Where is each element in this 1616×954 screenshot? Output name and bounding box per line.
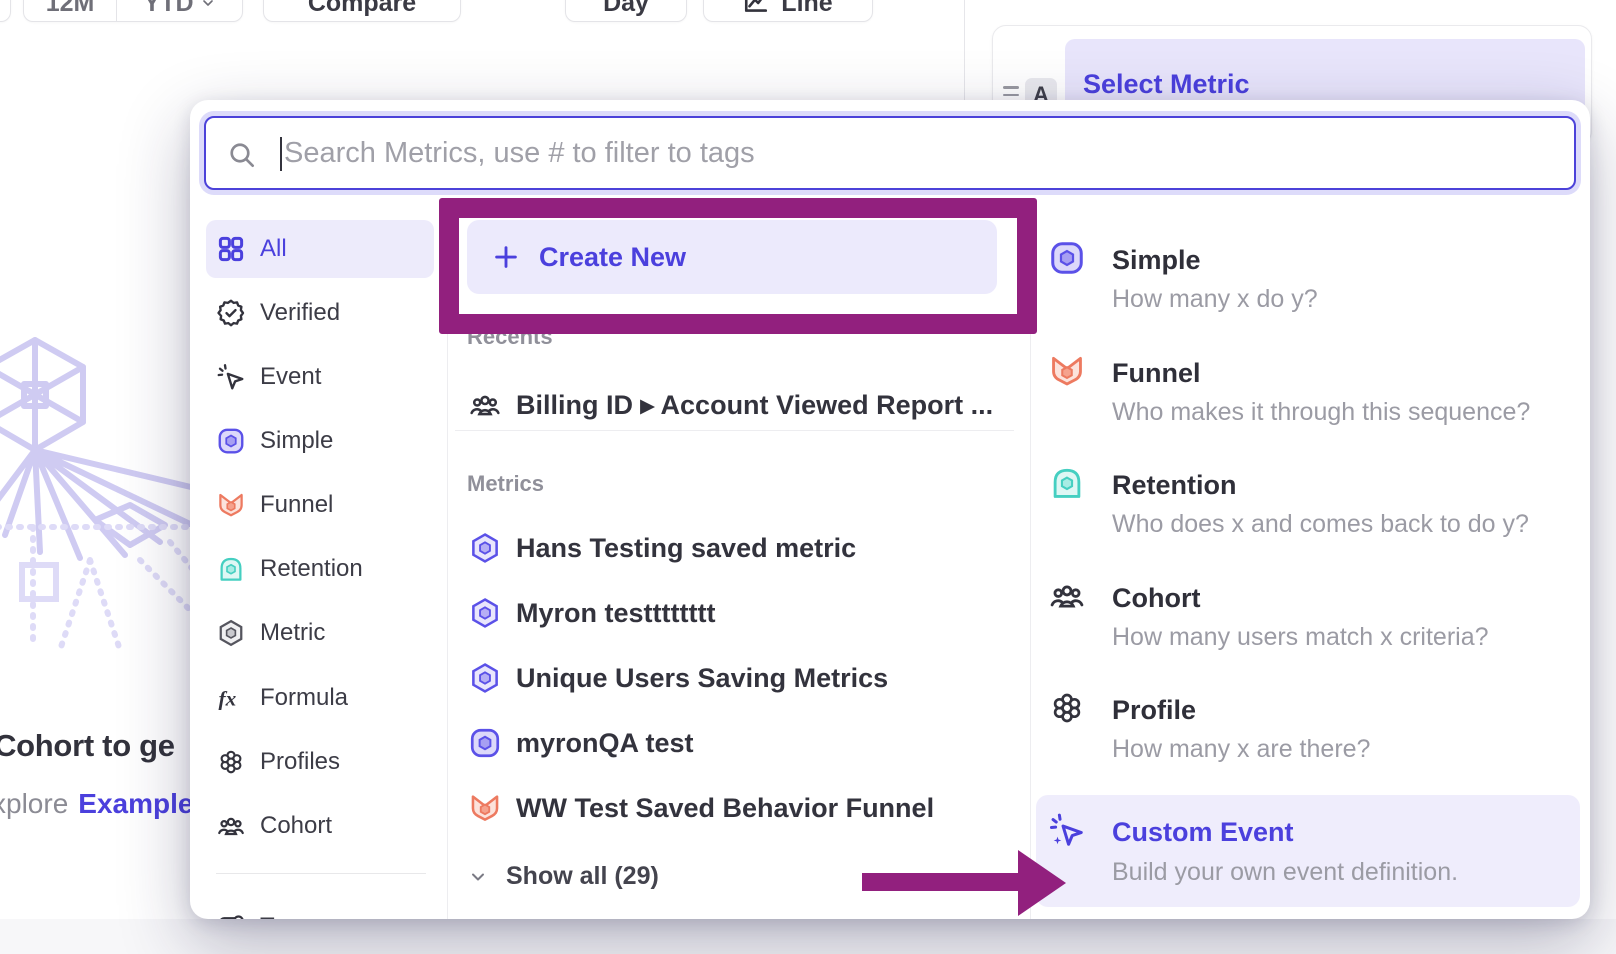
saved-metric-icon bbox=[468, 661, 502, 695]
recent-item[interactable]: Billing ID ▸ Account Viewed Report ... bbox=[468, 383, 1012, 427]
cohort-people-icon bbox=[216, 811, 246, 841]
simple-metric-icon bbox=[216, 426, 246, 456]
verified-badge-icon bbox=[216, 298, 246, 328]
range-ytd-button[interactable]: YTD bbox=[116, 0, 242, 21]
date-range-segmented-control: 12M YTD bbox=[23, 0, 243, 22]
sidebar-border bbox=[447, 205, 448, 919]
wireframe-illustration bbox=[0, 328, 198, 748]
grid-icon bbox=[216, 234, 246, 264]
metric-list-item[interactable]: myronQA test bbox=[468, 721, 1012, 765]
compare-button[interactable]: Compare bbox=[263, 0, 461, 22]
plus-icon bbox=[491, 242, 521, 272]
type-retention[interactable]: Retention Who does x and comes back to d… bbox=[1036, 470, 1580, 556]
cohort-people-icon bbox=[468, 388, 502, 422]
cohort-people-icon bbox=[1048, 577, 1086, 615]
type-funnel[interactable]: Funnel Who makes it through this sequenc… bbox=[1036, 358, 1580, 444]
search-icon bbox=[226, 139, 258, 171]
toolbar-cut-button[interactable] bbox=[0, 0, 11, 22]
metric-list-item[interactable]: WW Test Saved Behavior Funnel bbox=[468, 786, 1012, 830]
section-divider bbox=[455, 430, 1014, 431]
sidebar-item-metric[interactable]: Metric bbox=[206, 604, 434, 662]
chevron-down-icon bbox=[200, 0, 216, 11]
type-cohort[interactable]: Cohort How many users match x criteria? bbox=[1036, 583, 1580, 669]
metric-list-item[interactable]: Unique Users Saving Metrics bbox=[468, 656, 1012, 700]
metric-picker-modal: All Verified Event Simple bbox=[190, 100, 1590, 919]
line-chart-icon bbox=[743, 0, 769, 16]
chevron-down-icon bbox=[468, 867, 488, 887]
recents-section-label: Recents bbox=[467, 324, 553, 350]
funnel-icon bbox=[216, 490, 246, 520]
sidebar-item-verified[interactable]: Verified bbox=[206, 284, 434, 342]
column-border bbox=[1030, 205, 1031, 919]
sidebar-item-formula[interactable]: fx Formula bbox=[206, 669, 434, 727]
type-simple[interactable]: Simple How many x do y? bbox=[1036, 245, 1580, 331]
type-profile[interactable]: Profile How many x are there? bbox=[1036, 695, 1580, 781]
metric-hexagon-icon bbox=[216, 618, 246, 648]
canvas-subline: xploreExample B bbox=[0, 788, 221, 820]
canvas-headline: r Cohort to ge bbox=[0, 728, 175, 764]
sidebar-item-funnel[interactable]: Funnel bbox=[206, 476, 434, 534]
funnel-icon bbox=[468, 791, 502, 825]
sidebar-divider bbox=[216, 873, 426, 874]
saved-metric-icon bbox=[468, 531, 502, 565]
event-cursor-icon bbox=[216, 362, 246, 392]
text-cursor bbox=[280, 137, 282, 171]
type-custom-event[interactable]: Custom Event Build your own event defini… bbox=[1036, 795, 1580, 907]
show-all-button[interactable]: Show all (29) bbox=[468, 862, 659, 891]
sidebar-item-cohort[interactable]: Cohort bbox=[206, 797, 434, 855]
metric-search-box bbox=[204, 116, 1576, 190]
sidebar-item-event[interactable]: Event bbox=[206, 348, 434, 406]
range-12m-button[interactable]: 12M bbox=[24, 0, 116, 21]
metric-search-input[interactable] bbox=[284, 120, 1564, 186]
profiles-cluster-icon bbox=[216, 747, 246, 777]
metric-list-item[interactable]: Myron testttttttt bbox=[468, 591, 1012, 635]
create-new-button[interactable]: Create New bbox=[467, 220, 997, 294]
metric-list-item[interactable]: Hans Testing saved metric bbox=[468, 526, 1012, 570]
simple-metric-icon bbox=[1048, 239, 1086, 277]
line-chart-type-button[interactable]: Line bbox=[703, 0, 873, 22]
retention-icon bbox=[1048, 464, 1086, 502]
select-metric-label: Select Metric bbox=[1083, 69, 1250, 100]
simple-metric-icon bbox=[468, 726, 502, 760]
svg-text:fx: fx bbox=[219, 687, 237, 711]
sidebar-item-partial[interactable]: T bbox=[206, 898, 434, 919]
saved-metric-icon bbox=[468, 596, 502, 630]
sidebar-item-profiles[interactable]: Profiles bbox=[206, 733, 434, 791]
formula-icon: fx bbox=[216, 683, 246, 713]
lookup-table-icon bbox=[216, 912, 246, 919]
retention-icon bbox=[216, 554, 246, 584]
sidebar-item-simple[interactable]: Simple bbox=[206, 412, 434, 470]
sidebar-item-all[interactable]: All bbox=[206, 220, 434, 278]
funnel-icon bbox=[1048, 352, 1086, 390]
custom-event-icon bbox=[1048, 811, 1086, 849]
explore-text: xplore bbox=[0, 788, 68, 819]
metrics-section-label: Metrics bbox=[467, 471, 544, 497]
day-granularity-button[interactable]: Day bbox=[565, 0, 687, 22]
page-bottom-strip bbox=[0, 919, 1616, 954]
profiles-cluster-icon bbox=[1048, 689, 1086, 727]
sidebar-item-retention[interactable]: Retention bbox=[206, 540, 434, 598]
